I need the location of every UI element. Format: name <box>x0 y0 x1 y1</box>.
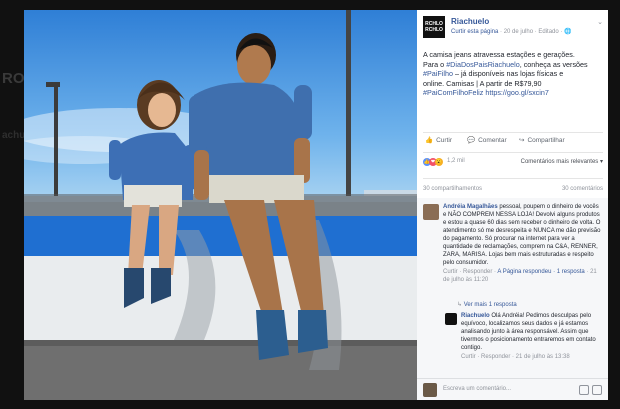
post-meta: Curtir esta página · 20 de julho · Edita… <box>451 28 572 35</box>
url-link[interactable]: https://goo.gl/sxcin7 <box>483 88 549 97</box>
like-label: Curtir <box>436 136 452 144</box>
post-text-fragment: – já disponíveis nas lojas físicas e <box>452 69 564 78</box>
share-icon: ↪ <box>519 137 525 144</box>
post-panel: RCHLO RCHLO Riachuelo Curtir esta página… <box>417 10 608 400</box>
globe-icon: 🌐 <box>564 29 572 35</box>
hashtag-link[interactable]: #PaiFilho <box>423 69 453 78</box>
reply-footer[interactable]: Curtir · Responder · 21 de julho às 13:3… <box>461 353 603 361</box>
sticker-icon[interactable] <box>592 385 602 395</box>
post-date: · 20 de julho · Editado · <box>498 29 565 35</box>
ghost-text: RO <box>2 70 25 87</box>
post-text-line2: Para o #DiaDosPaisRiachuelo, conheça as … <box>423 60 603 70</box>
comment-input[interactable]: Escreva um comentário... <box>443 384 573 395</box>
logo-text-2: RCHLO <box>425 27 443 33</box>
comment-actions[interactable]: Curtir · Responder · <box>443 269 497 275</box>
comment-sort-dropdown[interactable]: Comentários mais relevantes ▾ <box>521 158 603 165</box>
avatar <box>423 383 437 397</box>
reply-item: Riachuelo Olá Andréia! Pedimos desculpas… <box>461 312 603 361</box>
page-name-link[interactable]: Riachuelo <box>451 17 489 26</box>
like-button[interactable]: 👍 Curtir <box>425 136 452 145</box>
comment-count[interactable]: 30 comentários <box>562 186 603 192</box>
post-text-line3: #PaiFilho – já disponíveis nas lojas fís… <box>423 69 603 79</box>
comment-button[interactable]: 💬 Comentar <box>467 136 507 145</box>
post-text: A camisa jeans atravessa estações e gera… <box>423 50 603 98</box>
post-text-line4: online. Camisas | A partir de R$79,90 <box>423 78 542 88</box>
reaction-count[interactable]: 1,2 mil <box>447 158 465 164</box>
page-replied-link[interactable]: A Página respondeu · 1 resposta <box>497 269 584 275</box>
reactions-row: 👍 ❤ 😮 1,2 mil Comentários mais relevante… <box>423 158 603 170</box>
hashtag-link[interactable]: #DiaDosPaisRiachuelo <box>446 60 520 69</box>
post-header: RCHLO RCHLO Riachuelo Curtir esta página… <box>423 16 603 46</box>
divider <box>423 178 603 179</box>
like-page-link[interactable]: Curtir esta página <box>451 29 498 35</box>
share-label: Compartilhar <box>527 136 565 144</box>
reply-author[interactable]: Riachuelo <box>461 313 490 319</box>
camera-icon[interactable] <box>579 385 589 395</box>
ghost-text-2: achu <box>2 130 26 141</box>
divider <box>423 152 603 153</box>
post-text-fragment: Para o <box>423 59 447 69</box>
comment-item: Andréia Magalhães pessoal, poupem o dinh… <box>443 203 603 284</box>
divider <box>423 132 603 133</box>
post-actions: 👍 Curtir 💬 Comentar ↪ Compartilhar <box>423 136 603 148</box>
comment-label: Comentar <box>478 136 507 144</box>
background-ghost-page: RO achu <box>0 60 26 190</box>
comment-icon: 💬 <box>467 137 476 144</box>
comment-author[interactable]: Andréia Magalhães <box>443 204 498 210</box>
see-more-replies-link[interactable]: ↳ Ver mais 1 resposta <box>457 301 517 309</box>
comment-composer: Escreva um comentário... <box>417 378 608 400</box>
see-more-replies-label: Ver mais 1 resposta <box>463 302 517 308</box>
post-text-fragment: , conheça as versões <box>519 59 588 69</box>
comment-footer: Curtir · Responder · A Página respondeu … <box>443 268 603 284</box>
share-count[interactable]: 30 compartilhamentos <box>423 186 482 192</box>
wow-reaction-icon[interactable]: 😮 <box>435 158 443 166</box>
avatar[interactable] <box>423 204 439 220</box>
reply-arrow-icon: ↳ <box>457 302 464 308</box>
post-text-line5: #PaiComFilhoFeliz https://goo.gl/sxcin7 <box>423 88 603 98</box>
comments-list: Andréia Magalhães pessoal, poupem o dinh… <box>417 198 608 378</box>
thumbs-up-icon: 👍 <box>425 137 434 144</box>
avatar[interactable] <box>445 313 457 325</box>
post-photo[interactable] <box>24 10 417 400</box>
hashtag-link[interactable]: #PaiComFilhoFeliz <box>423 88 483 97</box>
page-logo[interactable]: RCHLO RCHLO <box>423 16 445 38</box>
comment-text: pessoal, poupem o dinheiro de vocês e NÃ… <box>443 204 601 266</box>
post-text-line1: A camisa jeans atravessa estações e gera… <box>423 50 575 59</box>
counts-row: 30 compartilhamentos 30 comentários <box>423 186 603 192</box>
share-button[interactable]: ↪ Compartilhar <box>519 136 565 145</box>
chevron-down-icon[interactable]: ⌄ <box>597 18 603 26</box>
